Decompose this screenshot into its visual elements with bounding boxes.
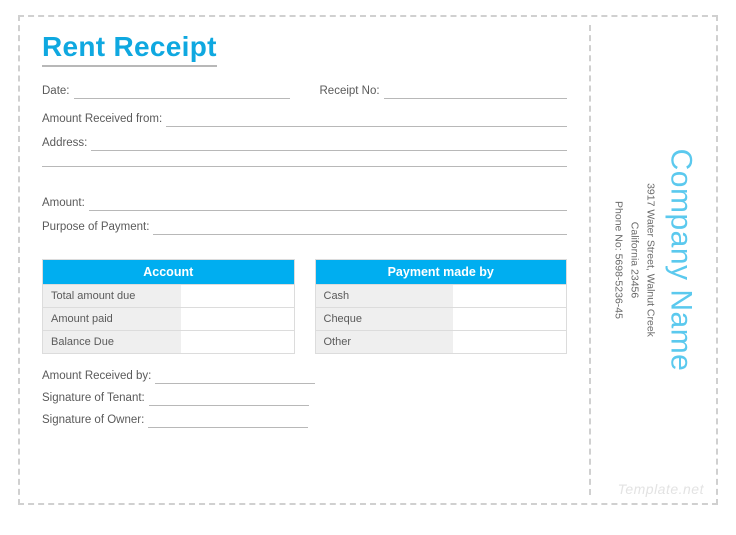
payment-row-cash: Cash (316, 285, 454, 307)
payment-table: Payment made by Cash Cheque Other (315, 259, 568, 354)
input-signature-tenant[interactable] (149, 392, 309, 406)
payment-val-cash[interactable] (453, 285, 566, 307)
account-table-header: Account (43, 260, 294, 284)
field-signature-tenant: Signature of Tenant: (42, 392, 567, 406)
company-name: Company Name (663, 50, 697, 470)
input-receipt-no[interactable] (384, 85, 567, 99)
label-signature-owner: Signature of Owner: (42, 414, 148, 428)
account-val-balance-due[interactable] (181, 331, 294, 353)
receipt-stub: Company Name 3917 Water Street, Walnut C… (591, 17, 716, 503)
account-val-amount-paid[interactable] (181, 308, 294, 330)
company-block: Company Name 3917 Water Street, Walnut C… (610, 50, 697, 470)
signature-block: Amount Received by: Signature of Tenant:… (42, 370, 567, 428)
label-signature-tenant: Signature of Tenant: (42, 392, 149, 406)
field-address: Address: (42, 137, 567, 151)
company-address: 3917 Water Street, Walnut Creek Californ… (610, 50, 657, 470)
field-date: Date: (42, 85, 290, 99)
label-purpose: Purpose of Payment: (42, 221, 153, 235)
receipt-title: Rent Receipt (42, 31, 217, 67)
account-row-total-due: Total amount due (43, 285, 181, 307)
payment-val-other[interactable] (453, 331, 566, 353)
table-row: Cash (316, 284, 567, 307)
payment-table-header: Payment made by (316, 260, 567, 284)
payment-row-other: Other (316, 331, 454, 353)
label-amount-received-by: Amount Received by: (42, 370, 155, 384)
table-row: Cheque (316, 307, 567, 330)
input-amount-received-from[interactable] (166, 113, 567, 127)
table-row: Balance Due (43, 330, 294, 353)
field-amount: Amount: (42, 197, 567, 211)
account-row-amount-paid: Amount paid (43, 308, 181, 330)
tables-row: Account Total amount due Amount paid Bal… (42, 259, 567, 354)
company-phone: Phone No: 5698-5236-45 (610, 50, 626, 470)
input-purpose[interactable] (153, 221, 567, 235)
table-row: Total amount due (43, 284, 294, 307)
receipt-main-panel: Rent Receipt Date: Receipt No: Amount Re… (20, 17, 589, 503)
payment-row-cheque: Cheque (316, 308, 454, 330)
account-row-balance-due: Balance Due (43, 331, 181, 353)
field-purpose: Purpose of Payment: (42, 221, 567, 235)
input-address-line2[interactable] (42, 153, 567, 167)
input-amount-received-by[interactable] (155, 370, 315, 384)
company-addr-line1: 3917 Water Street, Walnut Creek (641, 50, 657, 470)
label-date: Date: (42, 85, 74, 99)
label-amount-received-from: Amount Received from: (42, 113, 166, 127)
field-receipt-no: Receipt No: (320, 85, 568, 99)
field-amount-received-from: Amount Received from: (42, 113, 567, 127)
label-receipt-no: Receipt No: (320, 85, 384, 99)
table-row: Amount paid (43, 307, 294, 330)
input-date[interactable] (74, 85, 290, 99)
label-amount: Amount: (42, 197, 89, 211)
input-signature-owner[interactable] (148, 414, 308, 428)
field-signature-owner: Signature of Owner: (42, 414, 567, 428)
watermark: Template.net (618, 481, 704, 497)
payment-val-cheque[interactable] (453, 308, 566, 330)
input-address-line1[interactable] (91, 137, 567, 151)
table-row: Other (316, 330, 567, 353)
company-addr-line2: California 23456 (626, 50, 642, 470)
field-amount-received-by: Amount Received by: (42, 370, 567, 384)
account-table: Account Total amount due Amount paid Bal… (42, 259, 295, 354)
receipt-sheet: Rent Receipt Date: Receipt No: Amount Re… (18, 15, 718, 505)
label-address: Address: (42, 137, 91, 151)
input-amount[interactable] (89, 197, 567, 211)
account-val-total-due[interactable] (181, 285, 294, 307)
